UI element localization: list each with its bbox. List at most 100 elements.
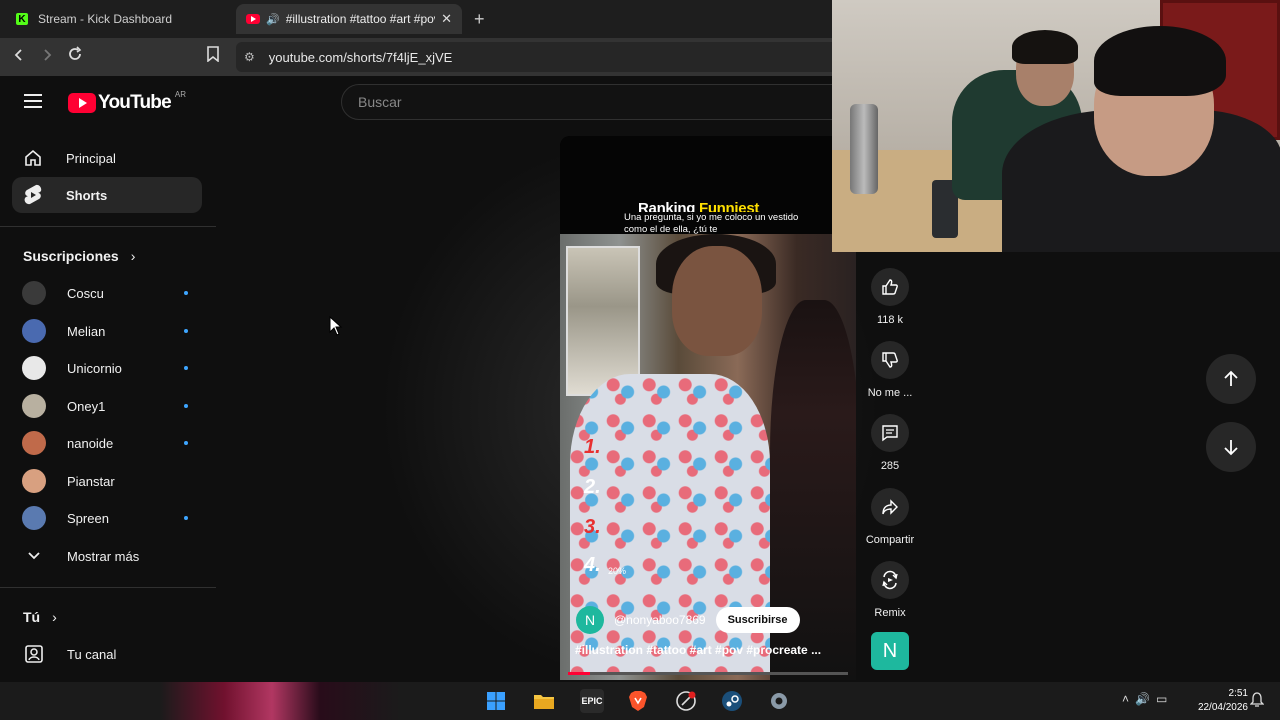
subscription-item[interactable]: Unicornio <box>22 353 192 383</box>
subscription-item[interactable]: Oney1 <box>22 391 192 421</box>
sidebar-item-label: Principal <box>66 150 116 166</box>
share-button[interactable]: Compartir <box>864 488 916 546</box>
url-field[interactable]: ⚙ youtube.com/shorts/7f4ljE_xjVE <box>236 42 832 72</box>
subscription-item[interactable]: nanoide <box>22 428 192 458</box>
subscription-item[interactable]: Pianstar <box>22 466 192 496</box>
next-short-button[interactable] <box>1206 422 1256 472</box>
video-title[interactable]: #illustration #tattoo #art #pov #procrea… <box>575 643 821 657</box>
reload-icon[interactable] <box>67 46 83 67</box>
avatar <box>22 469 46 493</box>
settings-icon[interactable] <box>767 689 791 713</box>
mouse-cursor-icon <box>329 315 343 341</box>
brave-browser-icon[interactable] <box>626 689 650 713</box>
youtube-play-icon <box>68 93 96 113</box>
new-tab-button[interactable]: + <box>474 9 485 30</box>
new-content-dot <box>184 516 188 520</box>
back-icon[interactable] <box>12 46 26 67</box>
tab-title: Stream - Kick Dashboard <box>38 12 173 26</box>
notification-icon[interactable] <box>1249 692 1265 713</box>
sidebar-item-principal[interactable]: Principal <box>12 140 202 176</box>
youtube-logo[interactable]: YouTube AR <box>68 90 186 114</box>
search-placeholder: Buscar <box>358 94 402 110</box>
your-channel-label: Tu canal <box>67 646 117 662</box>
rank-percent: 20% <box>608 566 627 576</box>
windows-start-icon[interactable] <box>484 689 508 713</box>
sidebar-item-shorts[interactable]: Shorts <box>12 177 202 213</box>
short-video-player[interactable]: Ranking Funniest Una pregunta, si yo me … <box>560 136 856 680</box>
remix-button[interactable]: Remix <box>864 561 916 619</box>
tab-title: #illustration #tattoo #art #pov <box>285 12 436 26</box>
youtube-favicon-icon <box>246 14 260 24</box>
kick-icon: K <box>16 13 28 25</box>
person-left-hair <box>1012 30 1078 64</box>
channel-name[interactable]: @nonyaboo7869 <box>614 613 706 627</box>
close-icon[interactable]: ✕ <box>441 11 452 27</box>
subscribe-button[interactable]: Suscribirse <box>715 607 800 633</box>
like-button[interactable]: 118 k <box>864 268 916 326</box>
avatar <box>22 506 46 530</box>
sound-avatar[interactable]: N <box>871 632 909 670</box>
previous-short-button[interactable] <box>1206 354 1256 404</box>
file-explorer-icon[interactable] <box>532 689 556 713</box>
subscription-name: Oney1 <box>67 398 106 414</box>
show-more-label: Mostrar más <box>67 548 140 564</box>
home-icon <box>22 147 44 169</box>
avatar <box>22 394 46 418</box>
progress-bar[interactable] <box>568 672 848 675</box>
rank-1: 1. <box>584 436 601 458</box>
you-heading[interactable]: Tú › <box>23 609 57 625</box>
tab-kick-dashboard[interactable]: K Stream - Kick Dashboard <box>6 4 232 34</box>
thumbs-down-icon <box>871 341 909 379</box>
site-settings-icon[interactable]: ⚙ <box>244 50 255 64</box>
display-icon[interactable]: ▭ <box>1156 692 1173 706</box>
avatar <box>22 281 46 305</box>
sidebar-item-your-channel[interactable]: Tu canal <box>22 639 192 669</box>
bookmark-icon[interactable] <box>206 46 220 67</box>
video-subtitle: Una pregunta, si yo me coloco un vestido… <box>624 212 824 236</box>
windows-taskbar: EPIC ˄🔊▭ 2:51 22/04/2026 <box>0 682 1280 720</box>
taskbar-wallpaper <box>160 682 960 720</box>
man-head <box>672 246 762 356</box>
channel-avatar[interactable]: N <box>576 606 604 634</box>
forward-icon[interactable] <box>40 46 54 67</box>
subscription-item[interactable]: Coscu <box>22 278 192 308</box>
steam-icon[interactable] <box>720 689 744 713</box>
show-more-button[interactable]: Mostrar más <box>22 541 192 571</box>
new-content-dot <box>184 366 188 370</box>
subscription-name: nanoide <box>67 435 114 451</box>
chevron-up-icon[interactable]: ˄ <box>1122 692 1135 706</box>
subscription-item[interactable]: Melian <box>22 316 192 346</box>
rank-3: 3. <box>584 516 601 538</box>
new-content-dot <box>184 329 188 333</box>
rank-4: 4. <box>584 554 601 576</box>
account-icon <box>22 644 46 664</box>
search-input[interactable]: Buscar <box>341 84 841 120</box>
subscription-item[interactable]: Spreen <box>22 503 192 533</box>
menu-icon[interactable] <box>24 94 42 108</box>
thermos <box>850 104 878 194</box>
comment-count: 285 <box>880 460 900 472</box>
clock[interactable]: 2:51 22/04/2026 <box>1190 687 1248 715</box>
tab-youtube-short[interactable]: 🔊 #illustration #tattoo #art #pov ✕ <box>236 4 462 34</box>
sidebar-divider <box>0 587 216 588</box>
subscriptions-heading[interactable]: Suscripciones › <box>23 248 135 264</box>
dislike-button[interactable]: No me ... <box>864 341 916 399</box>
epic-games-icon[interactable]: EPIC <box>580 689 604 713</box>
webcam-overlay <box>832 0 1280 252</box>
speaker-icon[interactable]: 🔊 <box>266 13 280 26</box>
remix-label: Remix <box>874 607 906 619</box>
volume-icon[interactable]: 🔊 <box>1135 692 1156 706</box>
clock-time: 2:51 <box>1228 688 1248 699</box>
person-right-hair <box>1094 26 1226 96</box>
clock-date: 22/04/2026 <box>1197 702 1248 713</box>
sidebar-item-label: Shorts <box>66 187 108 203</box>
url-text: youtube.com/shorts/7f4ljE_xjVE <box>268 49 453 65</box>
thumbs-up-icon <box>871 268 909 306</box>
system-tray[interactable]: ˄🔊▭ <box>1122 692 1173 706</box>
comments-button[interactable]: 285 <box>864 414 916 472</box>
youtube-header: YouTube AR Buscar <box>0 76 841 130</box>
rank-2: 2. <box>584 476 601 498</box>
app-icon[interactable] <box>674 689 698 713</box>
new-content-dot <box>184 404 188 408</box>
avatar <box>22 319 46 343</box>
